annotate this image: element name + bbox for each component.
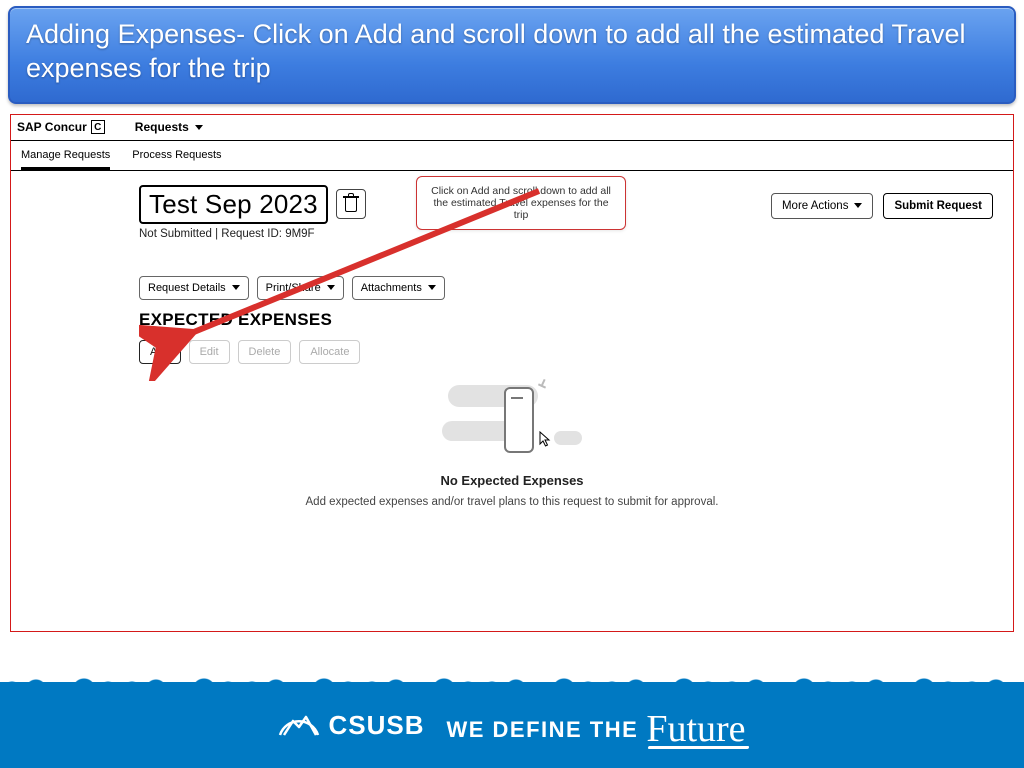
chevron-down-icon (854, 203, 862, 208)
mountain-icon (278, 713, 320, 737)
tab-manage-requests[interactable]: Manage Requests (21, 149, 110, 170)
request-details-dropdown[interactable]: Request Details (139, 276, 249, 300)
top-nav: SAP Concur C Requests (11, 115, 1013, 141)
tagline: WE DEFINE THE Future (446, 703, 745, 747)
attachments-dropdown[interactable]: Attachments (352, 276, 445, 300)
tab-process-requests[interactable]: Process Requests (132, 149, 221, 170)
empty-illustration-icon (442, 381, 582, 461)
slide-header: Adding Expenses- Click on Add and scroll… (8, 6, 1016, 104)
csusb-logo: CSUSB (278, 710, 424, 741)
empty-title: No Expected Expenses (11, 473, 1013, 488)
separator: | (212, 228, 221, 240)
menu-label: Requests (135, 120, 189, 134)
submit-request-button[interactable]: Submit Request (883, 193, 993, 219)
dropdown-label: Print/Share (266, 282, 321, 294)
empty-subtitle: Add expected expenses and/or travel plan… (11, 494, 1013, 510)
edit-button: Edit (189, 340, 230, 364)
trash-icon (344, 196, 358, 212)
expense-actions: Add Edit Delete Allocate (139, 340, 995, 364)
empty-state: No Expected Expenses Add expected expens… (11, 381, 1013, 510)
chevron-down-icon (195, 125, 203, 130)
chevron-down-icon (327, 285, 335, 290)
section-title: EXPECTED EXPENSES (139, 310, 995, 330)
sub-tabs: Manage Requests Process Requests (11, 141, 1013, 171)
chevron-down-icon (428, 285, 436, 290)
allocate-button: Allocate (299, 340, 360, 364)
brand: SAP Concur C (17, 120, 105, 134)
org-name: CSUSB (328, 710, 424, 741)
request-id-label: Request ID: (221, 228, 285, 240)
button-label: More Actions (782, 200, 848, 212)
page-body: Test Sep 2023 Not Submitted | Request ID… (11, 171, 1013, 631)
request-id: 9M9F (285, 228, 314, 240)
tagline-a: WE DEFINE THE (446, 717, 638, 743)
add-button[interactable]: Add (139, 340, 181, 364)
dropdown-label: Attachments (361, 282, 422, 294)
brand-badge-icon: C (91, 120, 105, 134)
delete-request-button[interactable] (336, 189, 366, 219)
brand-text: SAP Concur (17, 120, 87, 134)
tagline-b: Future (646, 707, 745, 751)
more-actions-button[interactable]: More Actions (771, 193, 873, 219)
chevron-down-icon (232, 285, 240, 290)
menu-requests[interactable]: Requests (135, 120, 203, 134)
dropdown-label: Request Details (148, 282, 226, 294)
cursor-icon (539, 431, 551, 447)
delete-button: Delete (238, 340, 292, 364)
screenshot-frame: SAP Concur C Requests Manage Requests Pr… (10, 114, 1014, 632)
toolbar: Request Details Print/Share Attachments (139, 276, 995, 300)
print-share-dropdown[interactable]: Print/Share (257, 276, 344, 300)
status-text: Not Submitted (139, 228, 212, 240)
request-title[interactable]: Test Sep 2023 (139, 185, 328, 224)
instruction-callout: Click on Add and scroll down to add all … (416, 176, 626, 230)
right-actions: More Actions Submit Request (771, 193, 993, 219)
footer-band: CSUSB WE DEFINE THE Future (0, 682, 1024, 768)
